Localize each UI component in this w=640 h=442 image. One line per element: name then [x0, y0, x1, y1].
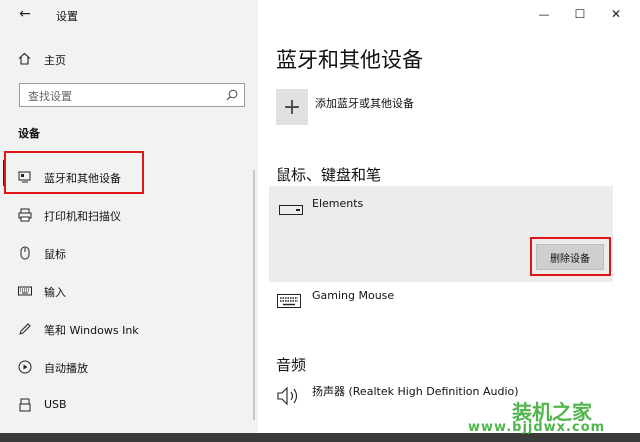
pen-icon	[19, 323, 31, 335]
sidebar-item-label: 鼠标	[44, 248, 66, 261]
sidebar: ← 设置 主页 查找设置 设备 蓝牙和其他设备 打印机和扫描仪 鼠标 输入 笔和…	[0, 0, 258, 442]
page-title: 蓝牙和其他设备	[276, 48, 423, 72]
minimize-icon[interactable]: —	[534, 6, 554, 22]
sidebar-item-label: 笔和 Windows Ink	[44, 324, 139, 337]
speaker-icon	[277, 386, 298, 406]
add-icon: +	[276, 89, 308, 125]
sidebar-item-pen[interactable]: 笔和 Windows Ink	[0, 312, 258, 348]
window-title: 设置	[56, 10, 78, 23]
highlight-box-remove	[530, 237, 611, 276]
back-arrow-icon[interactable]: ←	[16, 6, 34, 22]
keyboard-icon	[18, 286, 32, 296]
keyboard-icon	[277, 294, 301, 308]
maximize-icon[interactable]: ☐	[570, 6, 590, 22]
search-icon[interactable]	[226, 89, 238, 101]
sidebar-item-input[interactable]: 输入	[0, 274, 258, 310]
mouse-icon	[20, 246, 30, 260]
highlight-box-sidebar	[4, 151, 144, 194]
sidebar-item-autoplay[interactable]: 自动播放	[0, 350, 258, 386]
section-title-mouse-keyboard-pen: 鼠标、键盘和笔	[276, 166, 382, 184]
device-name: Elements	[312, 197, 364, 210]
printer-icon	[18, 208, 32, 222]
sidebar-item-mouse[interactable]: 鼠标	[0, 236, 258, 272]
autoplay-icon	[18, 360, 32, 374]
sidebar-item-label: 输入	[44, 286, 66, 299]
add-device-label: 添加蓝牙或其他设备	[315, 97, 414, 110]
add-device-button[interactable]: + 添加蓝牙或其他设备	[276, 89, 456, 125]
search-input[interactable]: 查找设置	[19, 83, 245, 107]
sidebar-item-printers[interactable]: 打印机和扫描仪	[0, 198, 258, 234]
sidebar-item-label: USB	[44, 398, 67, 411]
section-title-audio: 音频	[276, 356, 307, 374]
device-name: Gaming Mouse	[312, 289, 395, 302]
device-name: 扬声器 (Realtek High Definition Audio)	[312, 385, 519, 398]
sidebar-scrollbar[interactable]	[253, 170, 255, 420]
home-icon	[18, 52, 31, 65]
close-icon[interactable]: ✕	[606, 6, 626, 22]
drive-icon	[279, 205, 303, 215]
section-title-devices: 设备	[18, 127, 40, 140]
watermark-url: www.bjjdwx.com	[468, 420, 606, 435]
device-item-gaming-mouse[interactable]: Gaming Mouse	[269, 284, 613, 318]
sidebar-item-label: 自动播放	[44, 362, 88, 375]
usb-icon	[19, 398, 31, 412]
sidebar-item-label: 打印机和扫描仪	[44, 210, 121, 223]
settings-window: ← 设置 主页 查找设置 设备 蓝牙和其他设备 打印机和扫描仪 鼠标 输入 笔和…	[0, 0, 640, 442]
nav-home-label: 主页	[44, 54, 66, 67]
sidebar-item-usb[interactable]: USB	[0, 388, 258, 424]
search-placeholder: 查找设置	[28, 90, 72, 103]
nav-home[interactable]: 主页	[0, 48, 258, 70]
